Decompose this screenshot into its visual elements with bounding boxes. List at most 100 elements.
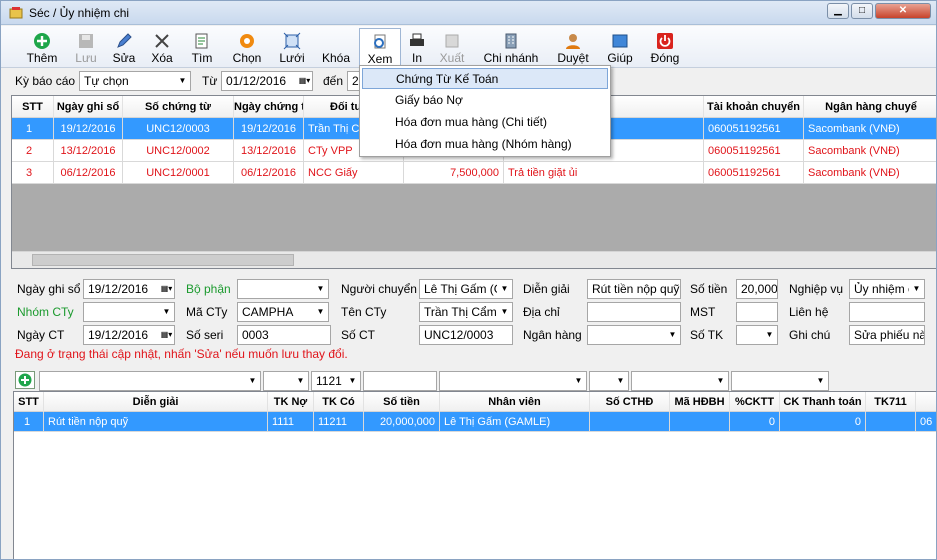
col-ma-hdbh[interactable]: Mã HĐBH (670, 392, 730, 412)
detail-nhan-vien-select[interactable]: ▼ (439, 371, 587, 391)
col-tk-no[interactable]: TK Nợ (268, 392, 314, 412)
so-tien-field[interactable]: 20,000,0 (736, 279, 778, 299)
from-date-picker[interactable]: 01/12/2016 ▦▾ (221, 71, 313, 91)
col-stt[interactable]: STT (14, 392, 44, 412)
detail-grid[interactable]: STT Diễn giải TK Nợ TK Có Số tiền Nhân v… (13, 391, 936, 559)
cell: 19/12/2016 (54, 118, 123, 140)
delete-button[interactable]: Xóa (145, 28, 179, 66)
print-button[interactable]: In (405, 28, 429, 66)
select-button[interactable]: Chọn (227, 28, 267, 66)
so-tien-label: Số tiền (690, 282, 728, 296)
cell (670, 412, 730, 432)
approve-button[interactable]: Duyệt (553, 28, 593, 66)
ma-cty-select[interactable]: CAMPHA ▼ (237, 302, 329, 322)
menu-item-chung-tu-ke-toan[interactable]: Chứng Từ Kế Toán (362, 68, 608, 89)
dia-chi-label: Địa chỉ (523, 305, 560, 319)
col-ngan-hang-chuyen[interactable]: Ngân hàng chuyể (804, 96, 936, 118)
col-so-tien[interactable]: Số tiền (364, 392, 440, 412)
table-row[interactable]: 1 Rút tiền nộp quỹ 1111 11211 20,000,000… (14, 412, 936, 432)
scroll-thumb[interactable] (32, 254, 294, 266)
menu-item-hoa-don-chi-tiet[interactable]: Hóa đơn mua hàng (Chi tiết) (362, 112, 608, 133)
detail-ckt-select[interactable]: ▼ (731, 371, 829, 391)
col-nhan-vien[interactable]: Nhân viên (440, 392, 590, 412)
col-so-chung-tu[interactable]: Số chứng từ (123, 96, 234, 118)
help-button[interactable]: Giúp (603, 28, 637, 66)
menu-item-giay-bao-no[interactable]: Giấy báo Nợ (362, 90, 608, 111)
col-ckt[interactable]: %CKTT (730, 392, 780, 412)
app-icon (9, 7, 23, 19)
detail-ma-hdbh-select[interactable]: ▼ (631, 371, 729, 391)
cell: Sacombank (VNĐ) (804, 162, 936, 184)
chevron-down-icon: ▼ (313, 280, 328, 298)
ghi-chu-label: Ghi chú (789, 328, 831, 342)
cell: 060051192561 (704, 162, 804, 184)
col-ngay-chung-tu[interactable]: Ngày chứng từ (234, 96, 304, 118)
close-form-button[interactable]: Đóng (647, 28, 683, 66)
cell: Rút tiền nộp quỹ (44, 412, 268, 432)
detail-tk-co-value: 1121 (316, 374, 342, 388)
detail-so-tien-field[interactable] (363, 371, 437, 391)
chevron-down-icon: ▼ (313, 303, 328, 321)
detail-dien-giai-select[interactable]: ▼ (39, 371, 261, 391)
horizontal-scrollbar[interactable] (12, 251, 936, 268)
maximize-button[interactable]: □ (851, 3, 873, 19)
table-row[interactable]: 3 06/12/2016 UNC12/0001 06/12/2016 NCC G… (12, 162, 936, 184)
so-ct-field[interactable]: UNC12/0003 (419, 325, 513, 345)
find-button[interactable]: Tìm (185, 28, 219, 66)
so-tk-select[interactable]: ▼ (736, 325, 778, 345)
cell: Lê Thị Gấm (GAMLE) (440, 412, 590, 432)
close-button[interactable]: ✕ (875, 3, 931, 19)
branch-button[interactable]: Chi nhánh (479, 28, 543, 66)
detail-tk-co-select[interactable]: 1121 ▼ (311, 371, 361, 391)
view-icon (374, 34, 386, 49)
detail-tk-no-select[interactable]: ▼ (263, 371, 309, 391)
ngay-ct-picker[interactable]: 19/12/2016 ▦▾ (83, 325, 175, 345)
cell: 06 (916, 412, 936, 432)
grid-button[interactable]: Lưới (275, 28, 309, 66)
cell: 11211 (314, 412, 364, 432)
ngan-hang-select[interactable]: ▼ (587, 325, 681, 345)
col-extra[interactable] (916, 392, 936, 412)
ten-cty-value: Trần Thị Cẩm F (424, 305, 508, 319)
nhom-cty-select[interactable]: ▼ (83, 302, 175, 322)
export-button[interactable]: Xuất (437, 28, 467, 66)
period-select[interactable]: Tự chọn ▼ (79, 71, 191, 91)
col-tai-khoan-chuyen[interactable]: Tài khoản chuyển (704, 96, 804, 118)
nguoi-chuyen-value: Lê Thị Gấm (G/ (424, 282, 507, 296)
view-button[interactable]: Xem (359, 28, 401, 66)
col-dien-giai[interactable]: Diễn giải (44, 392, 268, 412)
cell: UNC12/0001 (123, 162, 234, 184)
dien-giai-field[interactable]: Rút tiền nộp quỹ (587, 279, 681, 299)
nguoi-chuyen-select[interactable]: Lê Thị Gấm (G/▼ (419, 279, 513, 299)
edit-button[interactable]: Sửa (107, 28, 141, 66)
ghi-chu-field[interactable]: Sửa phiếu này (849, 325, 925, 345)
lien-he-field[interactable] (849, 302, 925, 322)
add-detail-button[interactable] (15, 371, 35, 389)
nghiep-vu-select[interactable]: Ủy nhiệm c ▼ (849, 279, 925, 299)
cell: 1 (12, 118, 54, 140)
lock-button[interactable]: Khóa (317, 28, 355, 66)
menu-item-hoa-don-nhom-hang[interactable]: Hóa đơn mua hàng (Nhóm hàng) (362, 134, 608, 155)
detail-so-cthd-select[interactable]: ▼ (589, 371, 629, 391)
dia-chi-field[interactable] (587, 302, 681, 322)
col-tk-co[interactable]: TK Có (314, 392, 364, 412)
add-button[interactable]: Thêm (21, 28, 63, 66)
lock-icon (327, 32, 345, 50)
mst-field[interactable] (736, 302, 778, 322)
bo-phan-select[interactable]: ▼ (237, 279, 329, 299)
col-ngay-ghi-so[interactable]: Ngày ghi sổ (54, 96, 123, 118)
save-button[interactable]: Lưu (69, 28, 103, 66)
col-stt[interactable]: STT (12, 96, 54, 118)
col-so-cthd[interactable]: Số CTHĐ (590, 392, 670, 412)
col-tk711[interactable]: TK711 (866, 392, 916, 412)
ten-cty-select[interactable]: Trần Thị Cẩm F ▼ (419, 302, 513, 322)
cell: 7,500,000 (404, 162, 504, 184)
col-ck-thanh-toan[interactable]: CK Thanh toán (780, 392, 866, 412)
minimize-button[interactable]: ▁ (827, 3, 849, 19)
ngay-ghi-so-picker[interactable]: 19/12/2016 ▦▾ (83, 279, 175, 299)
nghiep-vu-label: Nghiệp vụ (789, 282, 844, 296)
cell: UNC12/0002 (123, 140, 234, 162)
ngan-hang-label: Ngân hàng (523, 328, 582, 342)
so-tk-label: Số TK (690, 328, 724, 342)
so-seri-field[interactable]: 0003 (237, 325, 331, 345)
